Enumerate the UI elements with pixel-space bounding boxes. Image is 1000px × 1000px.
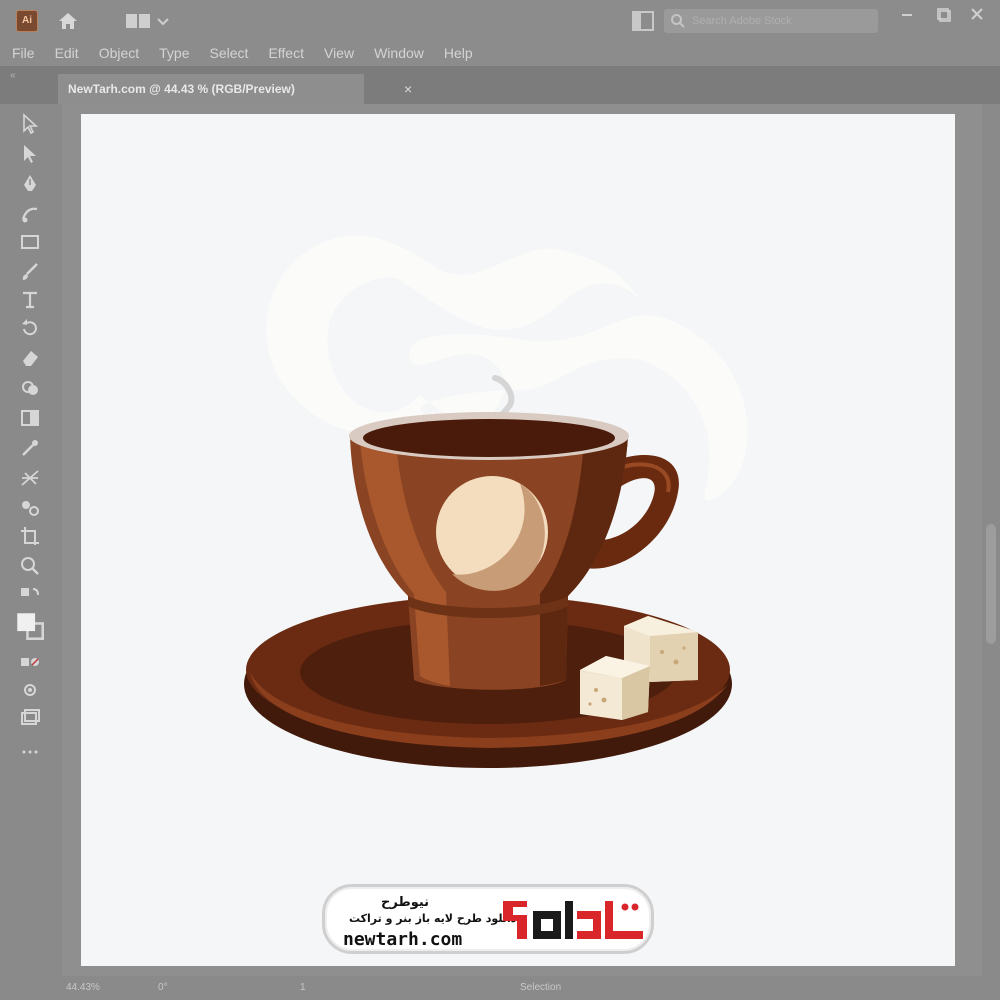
close-tab-icon[interactable]: ×	[404, 81, 412, 97]
menu-file[interactable]: File	[12, 45, 35, 61]
watermark-title: نیوطرح	[381, 895, 430, 910]
menu-view[interactable]: View	[324, 45, 354, 61]
selection-tool-icon[interactable]	[16, 112, 44, 136]
title-bar: Ai	[0, 0, 1000, 40]
fill-stroke-swatch-icon[interactable]	[16, 610, 44, 642]
gradient-tool-icon[interactable]	[16, 406, 44, 430]
blend-tool-icon[interactable]	[16, 496, 44, 520]
menu-effect[interactable]: Effect	[268, 45, 304, 61]
watermark-url: newtarh.com	[343, 929, 463, 950]
artboard[interactable]	[81, 114, 955, 966]
menu-edit[interactable]: Edit	[55, 45, 79, 61]
mesh-tool-icon[interactable]	[16, 466, 44, 490]
menu-help[interactable]: Help	[444, 45, 473, 61]
zoom-level[interactable]: 44.43%	[66, 982, 100, 993]
vertical-scrollbar[interactable]	[982, 104, 1000, 976]
swap-colors-icon[interactable]	[16, 584, 44, 608]
eyedropper-tool-icon[interactable]	[16, 436, 44, 460]
rotation-value[interactable]: 0°	[158, 982, 168, 993]
rectangle-tool-icon[interactable]	[16, 230, 44, 254]
minimize-button[interactable]	[894, 6, 920, 24]
draw-mode-icon[interactable]	[16, 678, 44, 702]
menu-window[interactable]: Window	[374, 45, 424, 61]
search-icon	[671, 14, 685, 28]
stock-search-field[interactable]	[664, 9, 878, 33]
workspace-switcher-icon[interactable]	[126, 11, 172, 31]
eraser-tool-icon[interactable]	[16, 346, 44, 370]
document-tab-bar: « NewTarh.com @ 44.43 % (RGB/Preview) ×	[0, 66, 1000, 104]
screen-mode-icon[interactable]	[16, 706, 44, 730]
watermark-subtitle: دانلود طرح لایه باز بنر و تراکت	[349, 912, 517, 925]
collapse-panel-icon[interactable]: «	[10, 70, 16, 81]
menu-bar: File Edit Object Type Select Effect View…	[0, 40, 1000, 66]
scrollbar-thumb[interactable]	[986, 524, 996, 644]
close-window-button[interactable]	[964, 6, 990, 24]
zoom-tool-icon[interactable]	[16, 554, 44, 578]
menu-object[interactable]: Object	[99, 45, 139, 61]
menu-type[interactable]: Type	[159, 45, 189, 61]
color-mode-icon[interactable]	[16, 650, 44, 674]
artboard-tool-icon[interactable]	[16, 524, 44, 548]
home-icon[interactable]	[56, 9, 80, 33]
type-tool-icon[interactable]	[16, 288, 44, 312]
rotate-tool-icon[interactable]	[16, 316, 44, 340]
pen-tool-icon[interactable]	[16, 172, 44, 196]
arrange-documents-icon[interactable]	[631, 10, 655, 32]
status-bar: 44.43% 0° 1 Selection	[0, 976, 1000, 1000]
curvature-tool-icon[interactable]	[16, 202, 44, 226]
more-tools-icon[interactable]	[16, 740, 44, 764]
shape-builder-tool-icon[interactable]	[16, 376, 44, 400]
active-tool-status: Selection	[520, 982, 562, 993]
illustrator-app-icon: Ai	[16, 10, 38, 32]
search-input[interactable]	[692, 12, 872, 30]
direct-selection-tool-icon[interactable]	[16, 142, 44, 166]
tools-panel	[0, 104, 62, 974]
maximize-button[interactable]	[930, 6, 956, 24]
artboard-number[interactable]: 1	[300, 982, 306, 993]
watermark-badge: نیوطرح دانلود طرح لایه باز بنر و تراکت n…	[322, 884, 654, 954]
menu-select[interactable]: Select	[210, 45, 249, 61]
document-tab-label: NewTarh.com @ 44.43 % (RGB/Preview)	[68, 82, 295, 96]
newtarh-logo	[503, 901, 643, 939]
tab-document[interactable]: NewTarh.com @ 44.43 % (RGB/Preview) ×	[58, 74, 412, 104]
paintbrush-tool-icon[interactable]	[16, 260, 44, 284]
